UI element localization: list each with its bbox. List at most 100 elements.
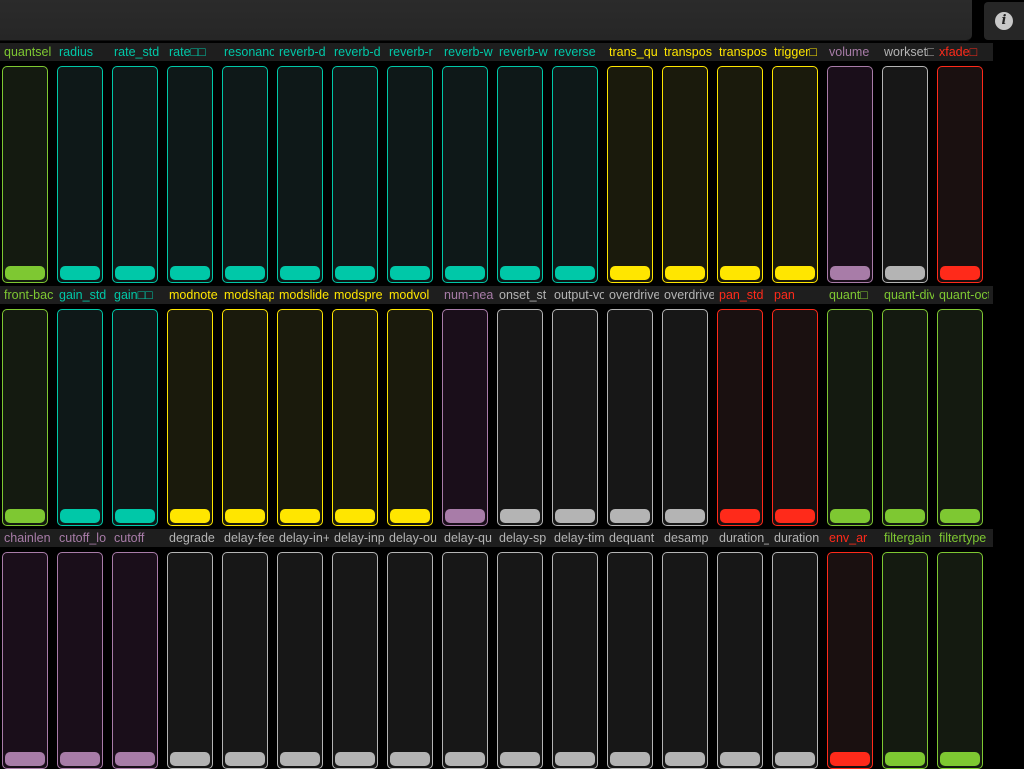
fader-slider[interactable] — [167, 552, 213, 769]
fader-label: cutoff — [114, 531, 145, 545]
fader-slider[interactable] — [387, 66, 433, 283]
fader-channel: trigger□ — [770, 43, 825, 283]
fader-slider[interactable] — [442, 309, 488, 526]
fader-channel: gain_std — [55, 286, 110, 526]
fader-slider[interactable] — [882, 66, 928, 283]
fader-slider[interactable] — [662, 309, 708, 526]
fader-label: modshap — [224, 288, 274, 302]
fader-level — [555, 266, 595, 280]
fader-level — [115, 752, 155, 766]
fader-slider[interactable] — [827, 66, 873, 283]
fader-slider[interactable] — [222, 309, 268, 526]
fader-slider[interactable] — [387, 309, 433, 526]
fader-slider[interactable] — [2, 552, 48, 769]
fader-level — [775, 752, 815, 766]
fader-level — [500, 752, 540, 766]
fader-slider[interactable] — [552, 309, 598, 526]
fader-slider[interactable] — [277, 309, 323, 526]
fader-slider[interactable] — [332, 66, 378, 283]
fader-level — [280, 752, 320, 766]
fader-slider[interactable] — [167, 309, 213, 526]
fader-slider[interactable] — [497, 309, 543, 526]
fader-slider[interactable] — [607, 66, 653, 283]
fader-channel: duration_ — [715, 529, 770, 769]
fader-slider[interactable] — [277, 66, 323, 283]
fader-slider[interactable] — [112, 66, 158, 283]
fader-slider[interactable] — [497, 66, 543, 283]
fader-slider[interactable] — [882, 309, 928, 526]
fader-slider[interactable] — [882, 552, 928, 769]
info-button[interactable]: i — [984, 2, 1024, 40]
fader-label: rate□□ — [169, 45, 206, 59]
fader-slider[interactable] — [332, 552, 378, 769]
fader-label: delay-sp — [499, 531, 547, 545]
fader-label: xfade□ — [939, 45, 978, 59]
fader-level — [170, 509, 210, 523]
fader-channel: resonance — [220, 43, 275, 283]
fader-slider[interactable] — [607, 552, 653, 769]
fader-slider[interactable] — [717, 66, 763, 283]
fader-slider[interactable] — [772, 309, 818, 526]
fader-slider[interactable] — [442, 552, 488, 769]
fader-level — [115, 266, 155, 280]
fader-slider[interactable] — [167, 66, 213, 283]
fader-slider[interactable] — [442, 66, 488, 283]
fader-label: volume — [829, 45, 870, 59]
fader-level — [830, 266, 870, 280]
fader-slider[interactable] — [57, 309, 103, 526]
fader-level — [170, 752, 210, 766]
fader-slider[interactable] — [552, 66, 598, 283]
fader-level — [610, 509, 650, 523]
fader-slider[interactable] — [332, 309, 378, 526]
fader-label: quant-div — [884, 288, 934, 302]
fader-label: modvol — [389, 288, 430, 302]
fader-slider[interactable] — [662, 66, 708, 283]
fader-label: quantsel — [4, 45, 52, 59]
fader-channel: reverb-d — [330, 43, 385, 283]
fader-slider[interactable] — [717, 552, 763, 769]
fader-level — [335, 509, 375, 523]
fader-channel: delay-ou — [385, 529, 440, 769]
fader-channel: rate_std — [110, 43, 165, 283]
fader-slider[interactable] — [827, 309, 873, 526]
fader-slider[interactable] — [112, 552, 158, 769]
fader-channel: delay-sp — [495, 529, 550, 769]
fader-slider[interactable] — [827, 552, 873, 769]
fader-slider[interactable] — [937, 309, 983, 526]
fader-slider[interactable] — [717, 309, 763, 526]
fader-slider[interactable] — [662, 552, 708, 769]
fader-level — [390, 266, 430, 280]
fader-slider[interactable] — [772, 552, 818, 769]
fader-slider[interactable] — [57, 66, 103, 283]
fader-slider[interactable] — [937, 552, 983, 769]
fader-slider[interactable] — [222, 66, 268, 283]
fader-slider[interactable] — [937, 66, 983, 283]
fader-slider[interactable] — [607, 309, 653, 526]
fader-level — [500, 509, 540, 523]
fader-label: rate_std — [114, 45, 160, 59]
fader-slider[interactable] — [497, 552, 543, 769]
fader-slider[interactable] — [387, 552, 433, 769]
fader-slider[interactable] — [552, 552, 598, 769]
fader-slider[interactable] — [57, 552, 103, 769]
fader-level — [60, 509, 100, 523]
fader-slider[interactable] — [772, 66, 818, 283]
fader-slider[interactable] — [2, 66, 48, 283]
fader-channel: quant□ — [825, 286, 880, 526]
fader-level — [5, 509, 45, 523]
fader-channel: delay-inp — [330, 529, 385, 769]
fader-level — [390, 752, 430, 766]
fader-label: duration_ — [719, 531, 769, 545]
fader-label: onset_st — [499, 288, 547, 302]
fader-channel: overdrive — [660, 286, 715, 526]
fader-level — [830, 752, 870, 766]
fader-slider[interactable] — [2, 309, 48, 526]
fader-label: pan_std — [719, 288, 764, 302]
fader-slider[interactable] — [277, 552, 323, 769]
fader-channel: trans_qu — [605, 43, 660, 283]
fader-slider[interactable] — [222, 552, 268, 769]
fader-slider[interactable] — [112, 309, 158, 526]
fader-label: cutoff_lo — [59, 531, 107, 545]
fader-label: overdrive — [664, 288, 714, 302]
fader-level — [610, 266, 650, 280]
